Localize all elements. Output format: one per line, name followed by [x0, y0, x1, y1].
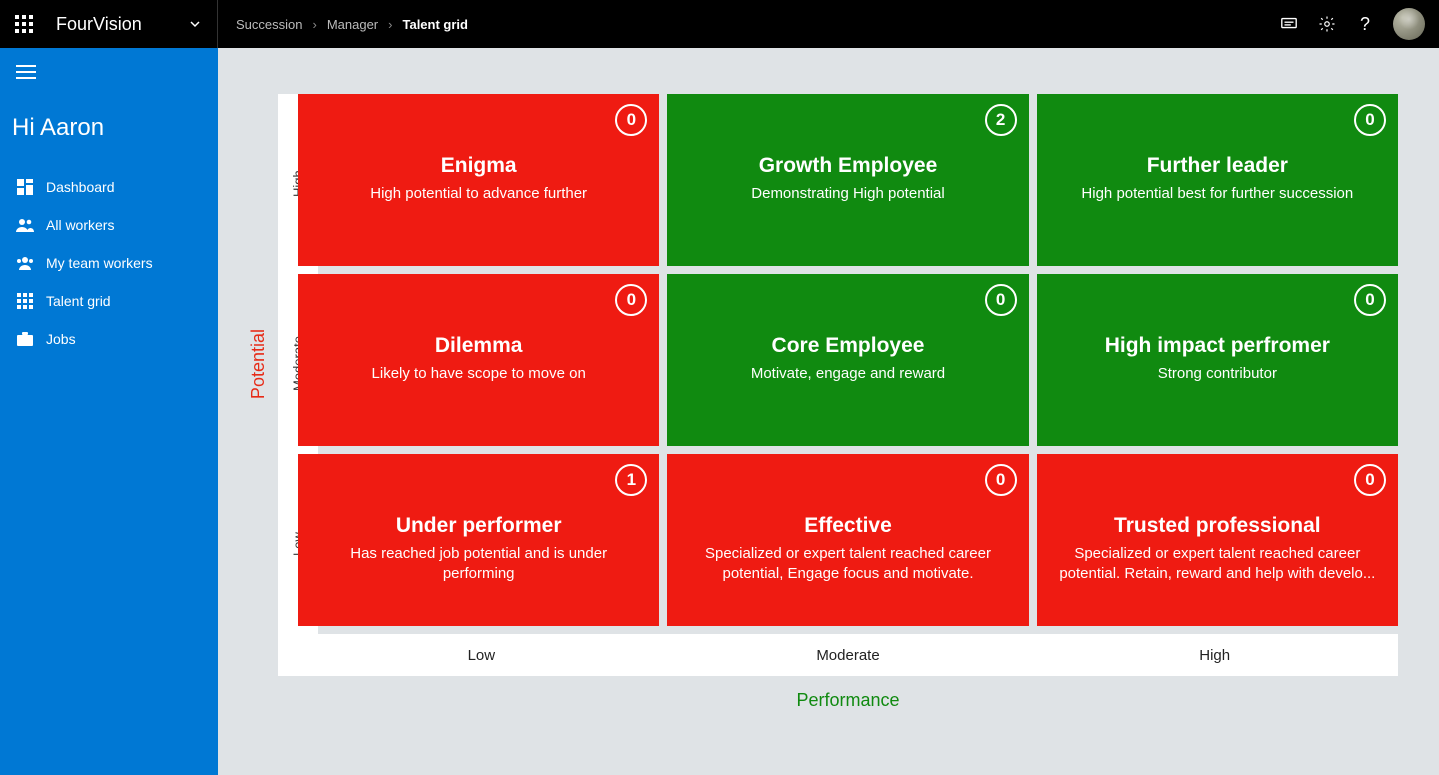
cell-high-impact-performer[interactable]: 0 High impact perfromer Strong contribut… — [1037, 274, 1398, 446]
dashboard-icon — [16, 178, 34, 196]
chevron-down-icon — [189, 18, 201, 30]
cell-count: 0 — [985, 284, 1017, 316]
people-icon — [16, 216, 34, 234]
cell-core-employee[interactable]: 0 Core Employee Motivate, engage and rew… — [667, 274, 1028, 446]
cell-desc: Demonstrating High potential — [679, 184, 1016, 204]
cell-title: Dilemma — [310, 334, 647, 358]
cell-further-leader[interactable]: 0 Further leader High potential best for… — [1037, 94, 1398, 266]
cell-count: 0 — [985, 464, 1017, 496]
cell-enigma[interactable]: 0 Enigma High potential to advance furth… — [298, 94, 659, 266]
brand-name: FourVision — [56, 14, 142, 35]
sidebar-item-label: Dashboard — [46, 179, 115, 195]
team-icon — [16, 254, 34, 272]
cell-count: 0 — [1354, 284, 1386, 316]
cell-title: Trusted professional — [1049, 514, 1386, 538]
cell-dilemma[interactable]: 0 Dilemma Likely to have scope to move o… — [298, 274, 659, 446]
cell-desc: High potential best for further successi… — [1049, 184, 1386, 204]
cell-count: 2 — [985, 104, 1017, 136]
chevron-right-icon: › — [306, 17, 322, 32]
hamburger-icon — [16, 65, 36, 79]
menu-toggle-button[interactable] — [0, 48, 218, 96]
sidebar-item-label: Talent grid — [46, 293, 111, 309]
col-label-high: High — [1031, 634, 1398, 676]
breadcrumb: Succession › Manager › Talent grid — [218, 17, 468, 32]
sidebar-item-label: Jobs — [46, 331, 76, 347]
cell-count: 0 — [1354, 464, 1386, 496]
cell-desc: Motivate, engage and reward — [679, 364, 1016, 384]
briefcase-icon — [16, 330, 34, 348]
greeting-text: Hi Aaron — [0, 96, 218, 168]
avatar[interactable] — [1393, 8, 1425, 40]
help-icon[interactable]: ? — [1355, 14, 1375, 34]
breadcrumb-item[interactable]: Succession — [236, 17, 302, 32]
sidebar-item-my-team-workers[interactable]: My team workers — [0, 244, 218, 282]
top-actions: ? — [1279, 8, 1439, 40]
cell-growth-employee[interactable]: 2 Growth Employee Demonstrating High pot… — [667, 94, 1028, 266]
cell-count: 0 — [1354, 104, 1386, 136]
col-label-moderate: Moderate — [665, 634, 1032, 676]
col-label-low: Low — [298, 634, 665, 676]
cell-count: 0 — [615, 284, 647, 316]
top-bar: FourVision Succession › Manager › Talent… — [0, 0, 1439, 48]
cell-desc: Specialized or expert talent reached car… — [679, 544, 1016, 585]
cell-count: 1 — [615, 464, 647, 496]
cell-desc: Has reached job potential and is under p… — [310, 544, 647, 585]
sidebar-item-talent-grid[interactable]: Talent grid — [0, 282, 218, 320]
cell-under-performer[interactable]: 1 Under performer Has reached job potent… — [298, 454, 659, 626]
cell-title: Core Employee — [679, 334, 1016, 358]
sidebar-item-all-workers[interactable]: All workers — [0, 206, 218, 244]
cell-title: Further leader — [1049, 154, 1386, 178]
cell-trusted-professional[interactable]: 0 Trusted professional Specialized or ex… — [1037, 454, 1398, 626]
cell-title: Enigma — [310, 154, 647, 178]
cell-title: Growth Employee — [679, 154, 1016, 178]
feedback-icon[interactable] — [1279, 14, 1299, 34]
cell-effective[interactable]: 0 Effective Specialized or expert talent… — [667, 454, 1028, 626]
brand-dropdown[interactable]: FourVision — [48, 0, 218, 48]
sidebar-item-dashboard[interactable]: Dashboard — [0, 168, 218, 206]
breadcrumb-item-current: Talent grid — [402, 17, 467, 32]
x-axis-title: Performance — [298, 690, 1398, 711]
sidebar: Hi Aaron Dashboard All workers My team w… — [0, 48, 218, 775]
cell-desc: Likely to have scope to move on — [310, 364, 647, 384]
chevron-right-icon: › — [382, 17, 398, 32]
gear-icon[interactable] — [1317, 14, 1337, 34]
grid-icon — [16, 292, 34, 310]
sidebar-item-label: All workers — [46, 217, 114, 233]
cell-title: High impact perfromer — [1049, 334, 1386, 358]
cell-desc: Specialized or expert talent reached car… — [1049, 544, 1386, 585]
cell-desc: High potential to advance further — [310, 184, 647, 204]
waffle-icon — [15, 15, 33, 33]
nine-box-grid: 0 Enigma High potential to advance furth… — [298, 94, 1398, 626]
talent-grid: Potential High Moderate Low 0 Enigma Hig… — [298, 94, 1398, 711]
cell-title: Under performer — [310, 514, 647, 538]
cell-count: 0 — [615, 104, 647, 136]
y-axis-title: Potential — [248, 329, 269, 399]
sidebar-item-label: My team workers — [46, 255, 153, 271]
col-labels: Low Moderate High — [278, 634, 1398, 676]
cell-title: Effective — [679, 514, 1016, 538]
breadcrumb-item[interactable]: Manager — [327, 17, 378, 32]
sidebar-item-jobs[interactable]: Jobs — [0, 320, 218, 358]
app-launcher-button[interactable] — [0, 0, 48, 48]
main-content: Potential High Moderate Low 0 Enigma Hig… — [218, 48, 1439, 775]
cell-desc: Strong contributor — [1049, 364, 1386, 384]
